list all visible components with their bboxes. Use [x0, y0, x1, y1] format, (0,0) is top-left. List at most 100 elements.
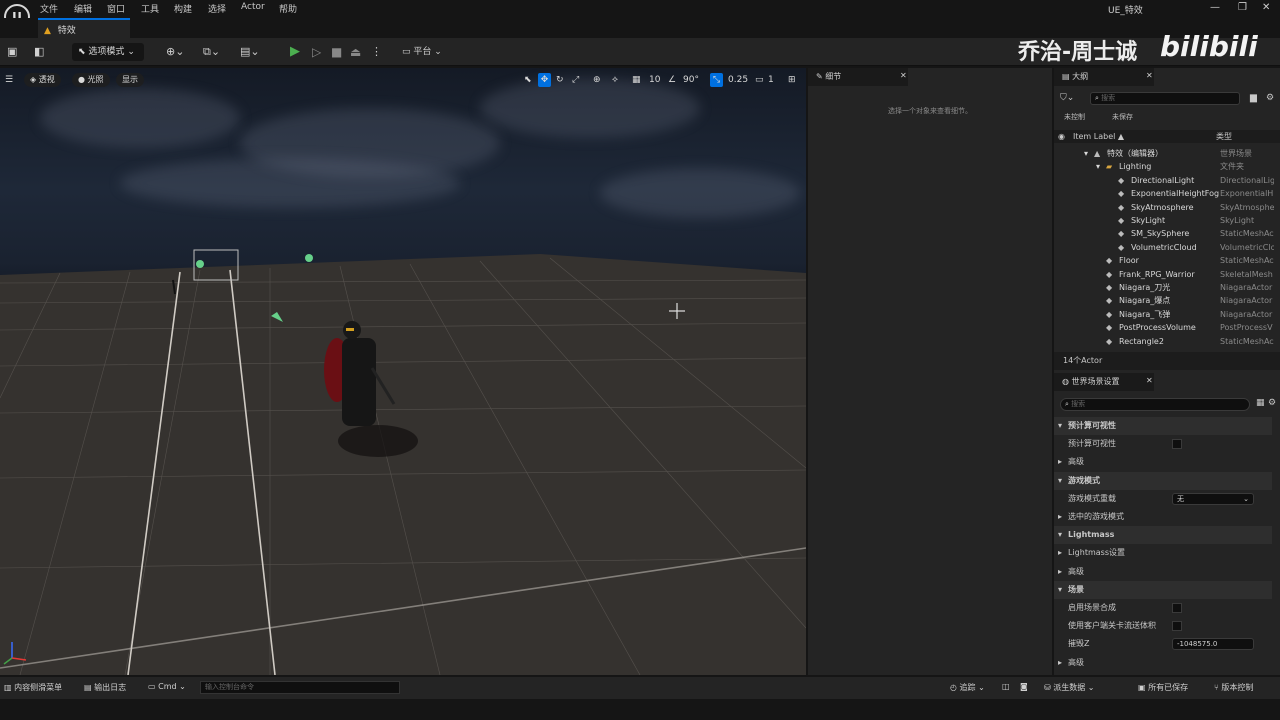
outliner-row[interactable]: ◆ Niagara_刀光 NiagaraActor	[1054, 281, 1280, 294]
outliner-row[interactable]: ◆ SkyLight SkyLight	[1054, 214, 1280, 227]
outliner-row[interactable]: ◆ Floor StaticMeshAc	[1054, 254, 1280, 267]
collapse-arrow-icon[interactable]: ▾	[1058, 417, 1062, 435]
outliner-row[interactable]: ◆ Rectangle2 StaticMeshAc	[1054, 335, 1280, 348]
checkbox[interactable]	[1172, 439, 1182, 450]
camera-speed-value[interactable]: 1	[768, 73, 774, 87]
world-settings-search-input[interactable]: ⌕ 搜索	[1060, 398, 1250, 411]
filter-uncontrolled[interactable]: 未控制	[1064, 112, 1085, 122]
settings-section[interactable]: ▾ Lightmass	[1054, 526, 1272, 545]
settings-icon[interactable]: ⚙	[1268, 398, 1276, 408]
close-icon[interactable]: ✕	[900, 71, 907, 80]
collapse-arrow-icon[interactable]: ▾	[1058, 526, 1062, 544]
outliner-row[interactable]: ◆ PostProcessVolume PostProcessV	[1054, 321, 1280, 334]
platform-button[interactable]: ▭ 平台 ⌄	[402, 43, 442, 61]
settings-row[interactable]: ▸ 高级	[1054, 563, 1272, 581]
camera-speed-icon[interactable]: ▭	[755, 73, 764, 87]
blueprint-icon[interactable]: ⧉⌄	[203, 43, 220, 61]
close-button[interactable]: ✕	[1262, 2, 1270, 13]
expand-arrow-icon[interactable]: ▸	[1058, 453, 1062, 471]
col-item-label[interactable]: Item Label ▲	[1073, 130, 1124, 143]
outliner-row[interactable]: ◆ Niagara_飞弹 NiagaraActor	[1054, 308, 1280, 321]
minimize-button[interactable]: —	[1210, 2, 1220, 13]
viewport-menu-icon[interactable]: ☰	[5, 73, 13, 87]
menu-actor[interactable]: Actor	[241, 2, 265, 12]
outliner-row[interactable]: ◆ DirectionalLight DirectionalLig	[1054, 174, 1280, 187]
game-mode-dropdown[interactable]: 无 ⌄	[1172, 492, 1254, 505]
console-command-input[interactable]: 输入控制台命令	[200, 681, 400, 694]
add-actor-icon[interactable]: ⊕⌄	[166, 43, 184, 61]
output-log-button[interactable]: ▤ 输出日志	[84, 682, 126, 693]
menu-help[interactable]: 帮助	[279, 2, 297, 15]
close-icon[interactable]: ✕	[1146, 376, 1153, 385]
layout-icon[interactable]: ⊞	[788, 73, 796, 87]
settings-row[interactable]: ▸ 高级	[1054, 453, 1272, 471]
settings-section[interactable]: ▾ 游戏模式	[1054, 471, 1272, 490]
outliner-search-input[interactable]: ⌕ 搜索	[1090, 92, 1240, 105]
expand-arrow-icon[interactable]: ▸	[1058, 508, 1062, 526]
expand-arrow-icon[interactable]: ▾	[1084, 147, 1088, 160]
tab-details[interactable]: ✎ 细节 ✕	[808, 68, 908, 86]
menu-window[interactable]: 窗口	[107, 2, 125, 15]
outliner-row[interactable]: ◆ VolumetricCloud VolumetricClo	[1054, 241, 1280, 254]
filter-unsaved[interactable]: 未保存	[1112, 112, 1133, 122]
settings-section[interactable]: ▾ 预计算可视性	[1054, 417, 1272, 435]
content-drawer-button[interactable]: ▥ 内容侧滑菜单	[4, 682, 62, 693]
expand-arrow-icon[interactable]: ▸	[1058, 563, 1062, 581]
screenshot-icon[interactable]: ◫	[1002, 682, 1010, 691]
translate-tool-icon[interactable]: ✥	[538, 73, 551, 87]
eject-icon[interactable]: ⏏	[350, 43, 361, 61]
eye-icon[interactable]: ◉	[1058, 130, 1065, 143]
collapse-arrow-icon[interactable]: ▾	[1058, 581, 1062, 599]
grid-snap-icon[interactable]: ▦	[632, 73, 641, 87]
outliner-row[interactable]: ◆ SkyAtmosphere SkyAtmosphe	[1054, 201, 1280, 214]
expand-arrow-icon[interactable]: ▸	[1058, 544, 1062, 562]
settings-icon[interactable]: ⚙	[1266, 93, 1274, 103]
checkbox[interactable]	[1172, 603, 1182, 613]
checkbox[interactable]	[1172, 621, 1182, 632]
menu-tools[interactable]: 工具	[141, 2, 159, 15]
filter-icon[interactable]: ⛉⌄	[1060, 93, 1074, 103]
step-icon[interactable]: ▷	[312, 43, 321, 61]
tab-world-settings[interactable]: ◍ 世界场景设置 ✕	[1054, 373, 1154, 391]
content-browser-icon[interactable]: ◧	[34, 43, 44, 61]
folder-add-icon[interactable]: ▆	[1250, 93, 1257, 103]
angle-snap-value[interactable]: 90°	[683, 73, 699, 87]
world-space-icon[interactable]: ⊕	[593, 73, 601, 87]
camera-icon[interactable]: ◙	[1020, 682, 1028, 691]
surface-snap-icon[interactable]: ⟡	[612, 73, 618, 87]
rotate-tool-icon[interactable]: ↻	[556, 73, 564, 87]
scale-snap-icon[interactable]: ⤡	[710, 73, 723, 87]
settings-row[interactable]: ▸ 高级	[1054, 654, 1272, 672]
menu-edit[interactable]: 编辑	[74, 2, 92, 15]
expand-arrow-icon[interactable]: ▸	[1058, 654, 1062, 672]
play-icon[interactable]: ▶	[290, 43, 300, 61]
settings-row[interactable]: ▸ 选中的游戏模式	[1054, 508, 1272, 526]
more-options-icon[interactable]: ⋮	[371, 43, 382, 61]
scale-tool-icon[interactable]: ⤢	[572, 73, 579, 87]
outliner-row[interactable]: ◆ SM_SkySphere StaticMeshAc	[1054, 227, 1280, 240]
cinematics-icon[interactable]: ▤⌄	[240, 43, 260, 61]
mode-dropdown[interactable]: ⬉ 选项模式 ⌄	[72, 43, 144, 61]
outliner-row[interactable]: ◆ ExponentialHeightFog ExponentialH	[1054, 187, 1280, 200]
col-type[interactable]: 类型	[1216, 130, 1232, 143]
stop-icon[interactable]: ■	[331, 43, 342, 61]
perspective-button[interactable]: ◈ 透视	[24, 73, 61, 87]
save-icon[interactable]: ▣	[7, 43, 17, 61]
close-icon[interactable]: ✕	[1146, 71, 1153, 80]
source-control-button[interactable]: ⑂ 版本控制	[1214, 682, 1253, 693]
outliner-row[interactable]: ◆ Niagara_爆点 NiagaraActor	[1054, 294, 1280, 307]
maximize-button[interactable]: ❐	[1238, 2, 1247, 13]
tab-outliner[interactable]: ▤ 大纲 ✕	[1054, 68, 1154, 86]
settings-row[interactable]: ▸ Lightmass设置	[1054, 544, 1272, 562]
settings-section[interactable]: ▾ 场景	[1054, 580, 1272, 599]
kill-z-input[interactable]: -1048575.0	[1172, 638, 1254, 651]
grid-snap-value[interactable]: 10	[649, 73, 660, 87]
cmd-dropdown[interactable]: ▭ Cmd ⌄	[148, 682, 186, 691]
all-saved-button[interactable]: ▣ 所有已保存	[1138, 682, 1188, 693]
menu-file[interactable]: 文件	[40, 2, 58, 15]
derived-data-button[interactable]: ⛁ 派生数据 ⌄	[1044, 682, 1095, 693]
outliner-row[interactable]: ◆ Frank_RPG_Warrior SkeletalMesh	[1054, 268, 1280, 281]
tab-level[interactable]: ▲ 特效	[38, 18, 130, 38]
show-button[interactable]: 显示	[116, 73, 144, 87]
table-view-icon[interactable]: ▦	[1256, 398, 1265, 408]
